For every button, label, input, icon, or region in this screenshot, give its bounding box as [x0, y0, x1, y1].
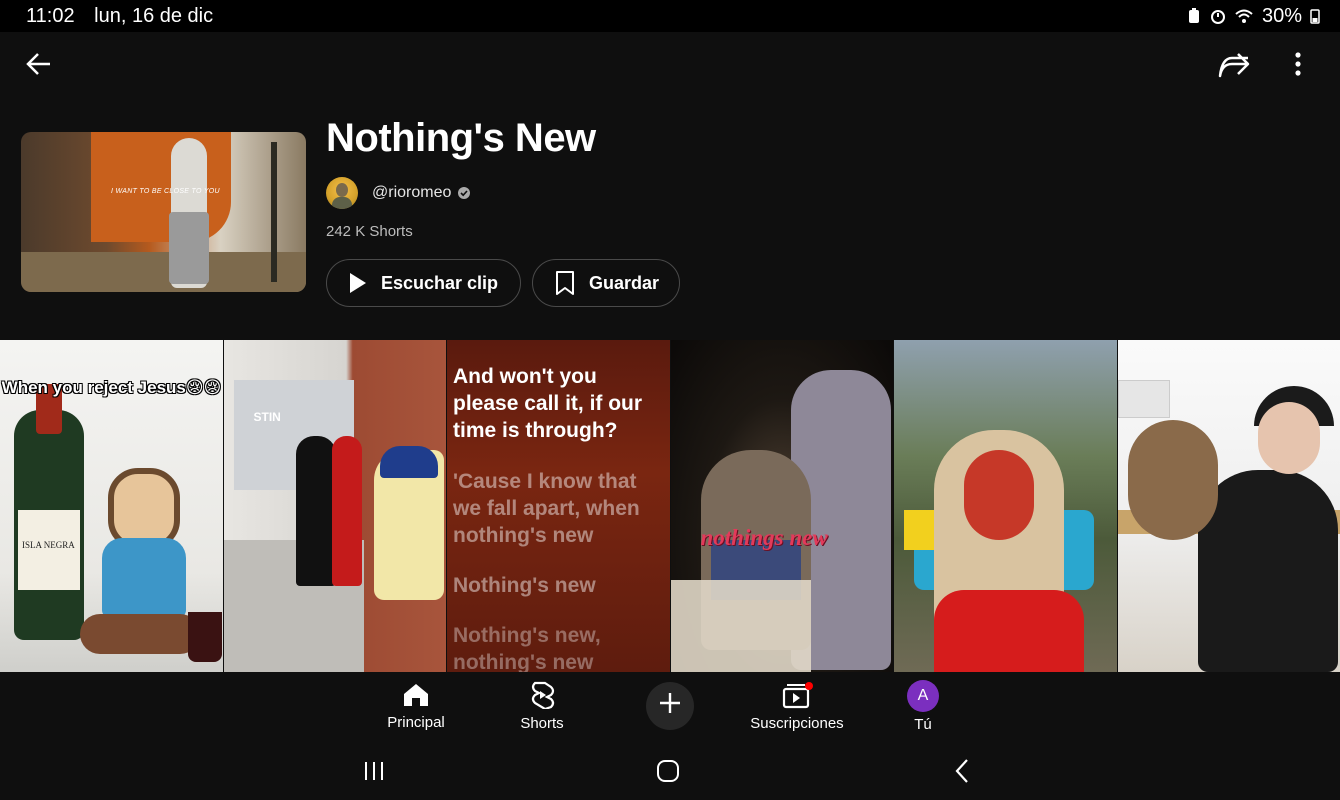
share-icon[interactable] [1214, 46, 1254, 82]
short-image-face [964, 450, 1034, 540]
back-arrow-icon[interactable] [20, 46, 56, 82]
nav-you-label: Tú [914, 715, 932, 733]
nav-subscriptions[interactable]: Suscripciones [738, 672, 856, 740]
avatar-body [332, 197, 352, 209]
short-image-person [295, 436, 336, 586]
short-tile[interactable]: ISLA NEGRA When you reject Jesus😢😢 [0, 340, 224, 672]
bottom-nav: Principal Shorts Suscripciones A Tú [0, 672, 1340, 740]
back-system-icon[interactable] [948, 756, 978, 786]
nav-you[interactable]: A Tú [888, 672, 958, 740]
short-tile[interactable] [894, 340, 1118, 672]
status-left: 11:02 lun, 16 de dic [26, 5, 227, 28]
play-clip-button[interactable]: Escuchar clip [326, 259, 521, 307]
status-bar: 11:02 lun, 16 de dic 30% [0, 0, 1340, 32]
short-tile[interactable]: And won't you please call it, if our tim… [447, 340, 671, 672]
save-label: Guardar [589, 272, 660, 293]
verified-icon [458, 187, 471, 199]
home-system-icon[interactable] [653, 756, 683, 786]
alarm-icon [1210, 10, 1225, 24]
shorts-count: 242 K Shorts [326, 223, 413, 240]
short-image-plush [80, 468, 200, 654]
avatar-face [336, 183, 348, 197]
thumbnail-caption: I WANT TO BE CLOSE TO YOU [111, 188, 220, 195]
channel-row[interactable]: @rioromeo [326, 177, 471, 209]
short-overlay-text: When you reject Jesus😢😢 [1, 378, 222, 397]
thumbnail-person-legs [169, 212, 209, 284]
thumbnail-wall [91, 132, 231, 242]
short-image-chair [670, 580, 811, 672]
create-button[interactable] [646, 682, 694, 730]
bottle-label: ISLA NEGRA [18, 510, 80, 590]
user-avatar: A [907, 679, 939, 712]
save-button[interactable]: Guardar [532, 259, 680, 307]
short-image-person [331, 436, 362, 586]
system-nav-bar [0, 740, 1340, 800]
battery-saver-icon [1188, 8, 1199, 23]
short-image-cap [379, 446, 438, 478]
battery-percent: 30% [1261, 4, 1302, 27]
bookmark-icon [556, 271, 574, 295]
short-tile[interactable]: nothings new [670, 340, 894, 672]
more-options-icon[interactable] [1280, 46, 1316, 82]
short-lyric-line: Nothing's new [453, 574, 596, 597]
thumbnail-lamp [271, 142, 277, 282]
nav-home[interactable]: Principal [372, 672, 460, 740]
status-date: lun, 16 de dic [94, 4, 214, 27]
sound-header: I WANT TO BE CLOSE TO YOU Nothing's New … [0, 96, 1340, 340]
short-image-wig [1127, 420, 1218, 540]
status-right: 30% [1186, 5, 1320, 28]
sound-title: Nothing's New [326, 116, 596, 160]
short-lyric-line: 'Cause I know that we fall apart, when n… [453, 470, 640, 547]
subscriptions-icon [782, 681, 813, 708]
short-tile[interactable] [1117, 340, 1340, 672]
short-image-face [1257, 402, 1320, 474]
plus-icon [660, 693, 680, 713]
short-image-cup [188, 612, 222, 662]
play-clip-label: Escuchar clip [381, 272, 499, 293]
short-tile[interactable]: STIN [223, 340, 447, 672]
home-icon [404, 683, 428, 706]
bottle-label-text: ISLA NEGRA [22, 540, 75, 550]
short-lyric-line: Nothing's new, nothing's new [453, 624, 601, 672]
nav-shorts-label: Shorts [520, 714, 564, 732]
plush-robe [102, 538, 186, 618]
nav-home-label: Principal [387, 713, 445, 731]
nav-shorts[interactable]: Shorts [498, 672, 586, 740]
short-image-ac-unit [1117, 380, 1170, 418]
shorts-icon [531, 681, 555, 709]
battery-icon [1310, 9, 1320, 24]
channel-name[interactable]: @rioromeo [372, 184, 451, 202]
shorts-grid: ISLA NEGRA When you reject Jesus😢😢 STIN … [0, 340, 1340, 672]
status-time: 11:02 [26, 4, 75, 27]
short-image-person [1197, 470, 1338, 672]
sound-thumbnail[interactable]: I WANT TO BE CLOSE TO YOU [21, 132, 306, 292]
app-bar [0, 32, 1340, 96]
short-overlay-text: nothings new [700, 525, 828, 550]
thumbnail-floor [21, 252, 306, 292]
play-icon [350, 273, 366, 293]
nav-subscriptions-label: Suscripciones [750, 714, 844, 732]
short-image-skirt [934, 590, 1084, 672]
channel-avatar[interactable] [326, 177, 358, 209]
store-sign: STIN [253, 410, 281, 424]
short-lyric-line: And won't you please call it, if our tim… [453, 365, 643, 442]
wifi-icon [1235, 9, 1253, 23]
recent-apps-icon[interactable] [360, 756, 390, 786]
plush-feet [80, 614, 200, 654]
